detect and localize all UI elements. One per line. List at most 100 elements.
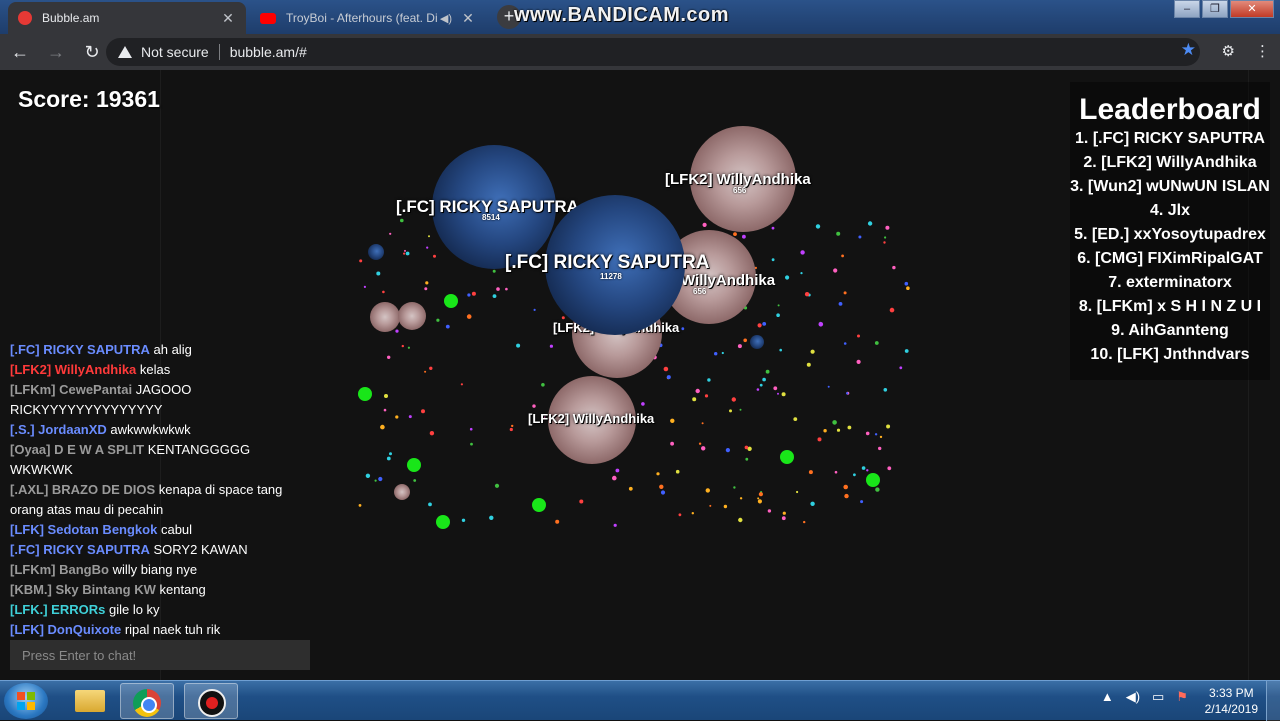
food-dot (756, 388, 760, 391)
tray-arrow-icon[interactable]: ▲ (1101, 689, 1114, 705)
tab-youtube[interactable]: TroyBoi - Afterhours (feat. Di ◀) ✕ (250, 2, 486, 34)
food-dot (796, 490, 799, 494)
bookmark-star-icon[interactable]: ★ (1181, 40, 1196, 60)
taskbar-chrome[interactable] (120, 683, 174, 719)
close-icon[interactable]: ✕ (220, 10, 236, 27)
food-dot (678, 513, 682, 517)
tab-title: TroyBoi - Afterhours (feat. Di (286, 11, 438, 25)
cell-mass: 8514 (482, 213, 500, 222)
network-icon[interactable]: ▭ (1152, 689, 1164, 705)
menu-icon[interactable]: ⋮ (1255, 42, 1270, 60)
food-dot (612, 475, 617, 481)
show-desktop-button[interactable] (1266, 681, 1280, 721)
small-cell (398, 302, 426, 330)
food-dot (865, 431, 870, 436)
youtube-favicon-icon (260, 12, 276, 24)
chat-message: [.FC] RICKY SAPUTRA SORY2 KAWAN (10, 540, 310, 560)
close-icon[interactable]: ✕ (460, 10, 476, 27)
chat-sender: [.FC] RICKY SAPUTRA (10, 342, 150, 357)
chat-sender: [.AXL] BRAZO DE DIOS (10, 482, 156, 497)
minimize-button[interactable]: ‒ (1174, 0, 1200, 18)
small-cell (370, 302, 400, 332)
food-dot (666, 375, 671, 380)
food-dot (878, 446, 882, 451)
food-dot (771, 226, 775, 230)
cell-mass: 11278 (600, 272, 622, 281)
food-dot (793, 417, 798, 421)
chat-text: gile lo ky (108, 602, 160, 617)
volume-icon[interactable]: ◀) (1126, 689, 1140, 705)
window-controls: ‒ ❐ ✕ (1172, 0, 1274, 18)
warning-icon (118, 46, 132, 58)
food-dot (759, 383, 763, 387)
food-dot (426, 246, 429, 249)
food-dot (389, 452, 392, 456)
green-mass (866, 473, 880, 487)
small-cell (368, 244, 384, 260)
food-dot (516, 343, 521, 348)
food-dot (413, 479, 417, 482)
tab-bubble[interactable]: Bubble.am ✕ (8, 2, 246, 34)
food-dot (765, 369, 770, 374)
food-dot (856, 359, 861, 364)
back-button[interactable]: ← (4, 36, 36, 68)
extension-icon[interactable]: ⚙ (1222, 42, 1235, 60)
food-dot (424, 287, 428, 291)
food-dot (714, 352, 718, 356)
leaderboard-row: 5. [ED.] xxYosoytupadrex (1074, 226, 1266, 243)
food-dot (857, 334, 860, 338)
food-dot (384, 394, 388, 398)
green-mass (407, 458, 421, 472)
food-dot (675, 469, 680, 474)
chat-input[interactable] (10, 640, 310, 670)
food-dot (745, 457, 749, 461)
browser-toolbar: ← → ↻ Not secure bubble.am/# ★ ⚙ ⋮ (0, 34, 1280, 70)
food-dot (429, 431, 435, 436)
food-dot (358, 504, 362, 507)
food-dot (613, 523, 617, 527)
food-dot (461, 518, 466, 522)
food-dot (395, 415, 399, 419)
food-dot (511, 424, 514, 428)
taskbar-bandicam[interactable] (184, 683, 238, 719)
chat-message: [.FC] RICKY SAPUTRA ah alig (10, 340, 310, 360)
food-dot (818, 322, 824, 327)
close-window-button[interactable]: ✕ (1230, 0, 1274, 18)
forward-button[interactable]: → (40, 36, 72, 68)
start-button[interactable] (4, 683, 48, 719)
food-dot (762, 322, 767, 326)
food-dot (541, 383, 545, 387)
food-dot (743, 338, 747, 343)
maximize-button[interactable]: ❐ (1202, 0, 1228, 18)
action-center-icon[interactable]: ⚑ (1176, 689, 1188, 705)
food-dot (823, 429, 827, 433)
food-dot (892, 265, 896, 270)
food-dot (800, 272, 803, 275)
chat-text: SORY2 KAWAN (153, 542, 248, 557)
food-dot (433, 254, 436, 258)
leaderboard-row: 10. [LFK] Jnthndvars (1090, 346, 1250, 363)
food-dot (804, 292, 810, 297)
food-dot (757, 497, 760, 500)
game-canvas[interactable]: [.FC] RICKY SAPUTRA 8514 [LFK2] WillyAnd… (0, 70, 1280, 680)
food-dot (670, 418, 675, 423)
chat-sender: [LFK] DonQuixote (10, 622, 122, 637)
chat-sender: [.S.] JordaanXD (10, 422, 107, 437)
chat-text: kentang (159, 582, 206, 597)
food-dot (492, 269, 496, 273)
food-dot (874, 341, 879, 345)
clock[interactable]: 3:33 PM 2/14/2019 (1205, 685, 1258, 717)
address-bar[interactable]: Not secure bubble.am/# ★ (106, 38, 1200, 66)
food-dot (777, 392, 779, 395)
chat-message: [.AXL] BRAZO DE DIOS kenapa di space tan… (10, 480, 310, 520)
leaderboard-title: Leaderboard (1079, 93, 1261, 126)
cell-mass: 656 (733, 186, 747, 195)
food-dot (579, 499, 584, 504)
taskbar-explorer[interactable] (62, 683, 116, 719)
food-dot (401, 344, 404, 348)
leaderboard-list: 1. [.FC] RICKY SAPUTRA 2. [LFK2] WillyAnd… (1070, 127, 1270, 367)
tab-title: Bubble.am (42, 11, 100, 25)
food-dot (836, 231, 841, 236)
speaker-icon[interactable]: ◀) (440, 12, 452, 25)
reload-button[interactable]: ↻ (76, 36, 108, 68)
